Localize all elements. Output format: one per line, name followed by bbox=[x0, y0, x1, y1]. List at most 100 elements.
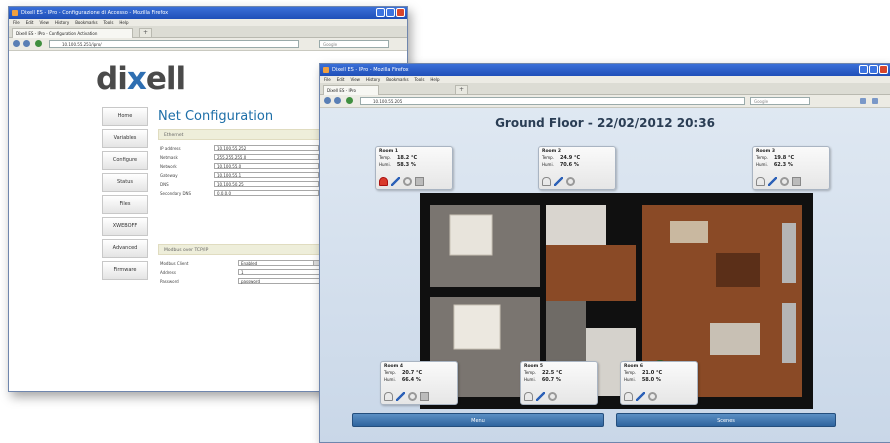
wrench-icon[interactable] bbox=[768, 177, 777, 186]
bell-icon[interactable] bbox=[384, 392, 393, 401]
menu-view[interactable]: View bbox=[39, 19, 49, 26]
dns-label: DNS bbox=[160, 182, 169, 187]
menu-tools[interactable]: Tools bbox=[104, 19, 114, 26]
menu-button[interactable]: Menu bbox=[352, 413, 604, 427]
room-card-5[interactable]: Room 5 Temp. 22.5 °C Humi. 60.7 % bbox=[520, 361, 598, 405]
minimize-button[interactable] bbox=[859, 65, 868, 74]
scenes-button[interactable]: Scenes bbox=[616, 413, 836, 427]
window-controls bbox=[376, 8, 405, 17]
room-name: Room 3 bbox=[756, 149, 776, 154]
menu-help[interactable]: Help bbox=[119, 19, 128, 26]
window-title: Dixell ES - IPro - Configurazione di Acc… bbox=[21, 10, 169, 16]
menu-file[interactable]: File bbox=[13, 19, 20, 26]
wrench-icon[interactable] bbox=[536, 392, 545, 401]
close-button[interactable] bbox=[879, 65, 888, 74]
browser-tab[interactable]: Dixell ES - IPro - Configuration Activat… bbox=[12, 28, 133, 38]
minimize-button[interactable] bbox=[376, 8, 385, 17]
wrench-icon[interactable] bbox=[391, 177, 400, 186]
room-card-1[interactable]: Room 1 Temp. 18.2 °C Humi. 58.3 % bbox=[375, 146, 453, 190]
room-card-4[interactable]: Room 4 Temp. 20.7 °C Humi. 66.4 % bbox=[380, 361, 458, 405]
humi-value: 58.3 % bbox=[396, 162, 416, 168]
gear-icon[interactable] bbox=[548, 392, 557, 401]
navigation-bar: 10.100.55.205 Google bbox=[320, 95, 890, 108]
bell-icon[interactable] bbox=[756, 177, 765, 186]
menu-edit[interactable]: Edit bbox=[337, 76, 345, 83]
temp-label: Temp. bbox=[524, 370, 536, 375]
modbus-password-input[interactable]: password bbox=[238, 278, 320, 284]
close-button[interactable] bbox=[396, 8, 405, 17]
address-bar[interactable]: 10.100.55.205 bbox=[360, 97, 745, 105]
humi-label: Humi. bbox=[756, 162, 768, 167]
secondary-dns-input[interactable]: 0.0.0.0 bbox=[214, 190, 319, 196]
download-icon[interactable] bbox=[872, 98, 878, 104]
alarm-bell-icon[interactable] bbox=[379, 177, 388, 186]
tab-bar: Dixell ES - IPro - Configuration Activat… bbox=[9, 26, 407, 38]
bell-icon[interactable] bbox=[542, 177, 551, 186]
modbus-client-label: Modbus Client bbox=[160, 261, 189, 266]
gateway-input[interactable]: 10.100.55.1 bbox=[214, 172, 319, 178]
grid-icon[interactable] bbox=[420, 392, 429, 401]
menu-file[interactable]: File bbox=[324, 76, 331, 83]
gear-icon[interactable] bbox=[408, 392, 417, 401]
wrench-icon[interactable] bbox=[554, 177, 563, 186]
home-icon[interactable] bbox=[35, 40, 42, 47]
temp-value: 18.2 °C bbox=[396, 155, 418, 161]
temp-value: 19.8 °C bbox=[773, 155, 795, 161]
forward-icon[interactable] bbox=[23, 40, 30, 47]
room-card-2[interactable]: Room 2 Temp. 24.9 °C Humi. 70.6 % bbox=[538, 146, 616, 190]
firefox-icon bbox=[323, 67, 329, 73]
modbus-password-label: Password bbox=[160, 279, 179, 284]
new-tab-button[interactable]: + bbox=[139, 28, 152, 38]
browser-tab[interactable]: Dixell ES - IPro bbox=[323, 85, 379, 95]
nav-status[interactable]: Status bbox=[102, 173, 148, 192]
bookmark-icon[interactable] bbox=[860, 98, 866, 104]
forward-icon[interactable] bbox=[334, 97, 341, 104]
bathroom-1-floor bbox=[546, 205, 606, 245]
gear-icon[interactable] bbox=[566, 177, 575, 186]
search-box[interactable]: Google bbox=[319, 40, 389, 48]
new-tab-button[interactable]: + bbox=[455, 85, 468, 95]
wrench-icon[interactable] bbox=[636, 392, 645, 401]
menu-history[interactable]: History bbox=[55, 19, 69, 26]
room-card-6[interactable]: Room 6 Temp. 21.0 °C Humi. 58.0 % bbox=[620, 361, 698, 405]
address-text: 10.100.55.251/ipro/ bbox=[62, 42, 102, 47]
modbus-address-input[interactable]: 1 bbox=[238, 269, 320, 275]
ip-address-input[interactable]: 10.100.55.252 bbox=[214, 145, 319, 151]
search-box[interactable]: Google bbox=[750, 97, 810, 105]
network-input[interactable]: 10.100.55.0 bbox=[214, 163, 319, 169]
nav-variables[interactable]: Variables bbox=[102, 129, 148, 148]
menu-edit[interactable]: Edit bbox=[26, 19, 34, 26]
grid-icon[interactable] bbox=[792, 177, 801, 186]
nav-advanced[interactable]: Advanced bbox=[102, 239, 148, 258]
room-card-3[interactable]: Room 3 Temp. 19.8 °C Humi. 62.3 % bbox=[752, 146, 830, 190]
bell-icon[interactable] bbox=[524, 392, 533, 401]
gear-icon[interactable] bbox=[780, 177, 789, 186]
maximize-button[interactable] bbox=[386, 8, 395, 17]
menu-bookmarks[interactable]: Bookmarks bbox=[75, 19, 97, 26]
nav-configure[interactable]: Configure bbox=[102, 151, 148, 170]
menu-bookmarks[interactable]: Bookmarks bbox=[386, 76, 408, 83]
nav-xweboff[interactable]: XWEBOFF bbox=[102, 217, 148, 236]
back-icon[interactable] bbox=[324, 97, 331, 104]
netmask-input[interactable]: 255.255.255.0 bbox=[214, 154, 319, 160]
maximize-button[interactable] bbox=[869, 65, 878, 74]
address-bar[interactable]: 10.100.55.251/ipro/ bbox=[49, 40, 299, 48]
menu-view[interactable]: View bbox=[350, 76, 360, 83]
gear-icon[interactable] bbox=[648, 392, 657, 401]
wrench-icon[interactable] bbox=[396, 392, 405, 401]
gear-icon[interactable] bbox=[403, 177, 412, 186]
humi-label: Humi. bbox=[542, 162, 554, 167]
back-icon[interactable] bbox=[13, 40, 20, 47]
nav-firmware[interactable]: Firmware bbox=[102, 261, 148, 280]
modbus-client-select[interactable]: Enabled bbox=[238, 260, 320, 266]
temp-value: 22.5 °C bbox=[541, 370, 563, 376]
menu-help[interactable]: Help bbox=[430, 76, 439, 83]
menu-history[interactable]: History bbox=[366, 76, 380, 83]
menu-tools[interactable]: Tools bbox=[415, 76, 425, 83]
bell-icon[interactable] bbox=[624, 392, 633, 401]
home-icon[interactable] bbox=[346, 97, 353, 104]
grid-icon[interactable] bbox=[415, 177, 424, 186]
dns-input[interactable]: 10.100.50.25 bbox=[214, 181, 319, 187]
nav-files[interactable]: Files bbox=[102, 195, 148, 214]
nav-home[interactable]: Home bbox=[102, 107, 148, 126]
